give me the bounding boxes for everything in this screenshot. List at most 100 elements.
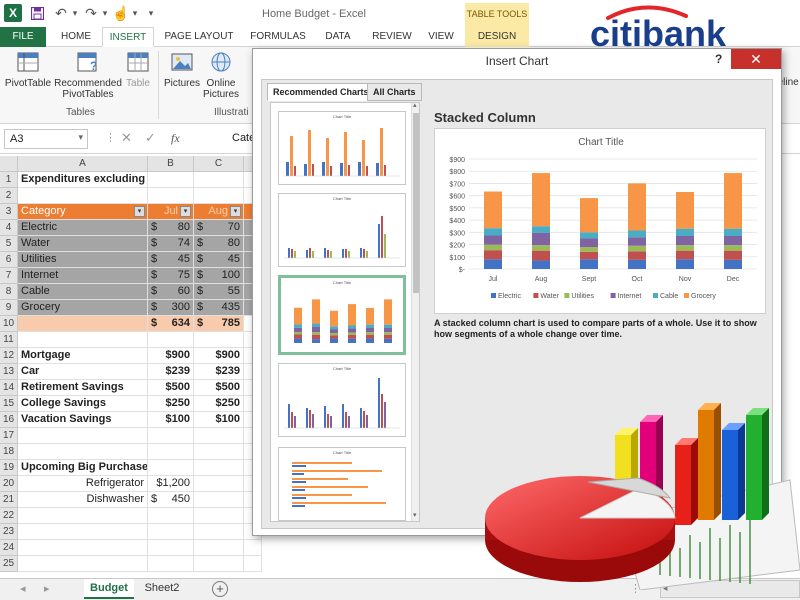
thumbnail-scrollbar[interactable]: ▴ ▾ [411, 103, 419, 521]
cell-a-9[interactable]: Grocery [18, 300, 148, 316]
cell-a-8[interactable]: Cable [18, 284, 148, 300]
cell-b-23[interactable] [148, 524, 194, 540]
cell-a-18[interactable] [18, 444, 148, 460]
cell-b-6[interactable]: $45 [148, 252, 194, 268]
cell-a-4[interactable]: Electric [18, 220, 148, 236]
save-icon[interactable] [28, 4, 46, 22]
cell-c-14[interactable]: $500 [194, 380, 244, 396]
cell-a-10[interactable] [18, 316, 148, 332]
cell-b-9[interactable]: $300 [148, 300, 194, 316]
cell-b-13[interactable]: $239 [148, 364, 194, 380]
row-header[interactable]: 4 [0, 220, 18, 236]
row-header[interactable]: 16 [0, 412, 18, 428]
cell-c-1[interactable] [194, 172, 244, 188]
pictures-button[interactable]: Pictures [162, 51, 202, 89]
recommended-pivottables-button[interactable]: ? Recommended PivotTables [54, 51, 122, 100]
cell-b-20[interactable]: $1,200 [148, 476, 194, 492]
cell-b-5[interactable]: $74 [148, 236, 194, 252]
cell-a-3[interactable]: Category ▾ [18, 204, 148, 220]
row-header[interactable]: 20 [0, 476, 18, 492]
chart-thumbnail-clustered-column-2[interactable]: Chart Title [278, 193, 406, 267]
cell-c-10[interactable]: $785 [194, 316, 244, 332]
sheet-tab-budget[interactable]: Budget [84, 579, 134, 599]
filter-dropdown-icon[interactable]: ▾ [180, 206, 191, 217]
cell-a-12[interactable]: Mortgage [18, 348, 148, 364]
column-header-b[interactable]: B [148, 156, 194, 172]
cell-a-13[interactable]: Car [18, 364, 148, 380]
cell-b-22[interactable] [148, 508, 194, 524]
cell-b-25[interactable] [148, 556, 194, 572]
row-header[interactable]: 11 [0, 332, 18, 348]
chart-thumbnail-100-stacked-column[interactable]: Chart Title [278, 363, 406, 437]
table-button[interactable]: Table [124, 51, 152, 89]
scroll-up-icon[interactable]: ▴ [413, 103, 417, 109]
cell-c-7[interactable]: $100 [194, 268, 244, 284]
row-header[interactable]: 2 [0, 188, 18, 204]
select-all-corner[interactable] [0, 156, 18, 172]
cell-a-14[interactable]: Retirement Savings [18, 380, 148, 396]
cell-c-3[interactable]: Aug ▾ [194, 204, 244, 220]
cell-c-9[interactable]: $435 [194, 300, 244, 316]
tab-recommended-charts[interactable]: Recommended Charts [267, 83, 375, 101]
customize-toolbar-icon[interactable]: ▾ [142, 4, 160, 22]
cell-b-19[interactable] [148, 460, 194, 476]
tab-view[interactable]: VIEW [422, 27, 460, 47]
cell-c-15[interactable]: $250 [194, 396, 244, 412]
row-header[interactable]: 13 [0, 364, 18, 380]
cell-a-19[interactable]: Upcoming Big Purchases [18, 460, 148, 476]
pivottable-button[interactable]: PivotTable [4, 51, 52, 89]
cell-c-6[interactable]: $45 [194, 252, 244, 268]
cell-a-20[interactable]: Refrigerator [18, 476, 148, 492]
cell-b-4[interactable]: $80 [148, 220, 194, 236]
row-header[interactable]: 8 [0, 284, 18, 300]
tab-file[interactable]: FILE [0, 27, 46, 47]
cell-d-25[interactable] [244, 556, 262, 572]
enter-icon[interactable]: ✓ [145, 130, 156, 146]
name-box[interactable]: A3 ▾ [4, 129, 88, 149]
thumbnail-scrollbar-thumb[interactable] [413, 113, 419, 293]
scroll-left-icon[interactable]: ◂ [20, 582, 26, 595]
online-pictures-button[interactable]: Online Pictures [202, 51, 240, 100]
filter-dropdown-icon[interactable]: ▾ [230, 206, 241, 217]
row-header[interactable]: 15 [0, 396, 18, 412]
row-header[interactable]: 23 [0, 524, 18, 540]
cell-d-24[interactable] [244, 540, 262, 556]
row-header[interactable]: 10 [0, 316, 18, 332]
cell-a-22[interactable] [18, 508, 148, 524]
close-button[interactable]: ✕ [731, 49, 781, 69]
cell-c-23[interactable] [194, 524, 244, 540]
cell-a-21[interactable]: Dishwasher [18, 492, 148, 508]
tab-design[interactable]: DESIGN [465, 27, 529, 47]
row-header[interactable]: 18 [0, 444, 18, 460]
cell-c-12[interactable]: $900 [194, 348, 244, 364]
chart-thumbnail-clustered-bar[interactable]: Chart Title [278, 447, 406, 521]
row-header[interactable]: 5 [0, 236, 18, 252]
tab-formulas[interactable]: FORMULAS [246, 27, 310, 47]
cell-a-1[interactable]: Expenditures excluding mortgage [18, 172, 148, 188]
cell-c-16[interactable]: $100 [194, 412, 244, 428]
cell-b-8[interactable]: $60 [148, 284, 194, 300]
cell-c-13[interactable]: $239 [194, 364, 244, 380]
cell-c-22[interactable] [194, 508, 244, 524]
cell-a-15[interactable]: College Savings [18, 396, 148, 412]
tab-all-charts[interactable]: All Charts [367, 83, 422, 101]
chart-thumbnail-clustered-column[interactable]: Chart Title [278, 111, 406, 185]
row-header[interactable]: 24 [0, 540, 18, 556]
cell-c-20[interactable] [194, 476, 244, 492]
cell-a-23[interactable] [18, 524, 148, 540]
cell-b-12[interactable]: $900 [148, 348, 194, 364]
tab-insert[interactable]: INSERT [102, 27, 154, 47]
row-header[interactable]: 14 [0, 380, 18, 396]
row-header[interactable]: 9 [0, 300, 18, 316]
cell-a-25[interactable] [18, 556, 148, 572]
add-sheet-icon[interactable]: + [212, 581, 228, 597]
row-header[interactable]: 7 [0, 268, 18, 284]
filter-dropdown-icon[interactable]: ▾ [134, 206, 145, 217]
column-header-c[interactable]: C [194, 156, 244, 172]
cell-c-17[interactable] [194, 428, 244, 444]
cell-b-10[interactable]: $634 [148, 316, 194, 332]
row-header[interactable]: 25 [0, 556, 18, 572]
name-box-dropdown-icon[interactable]: ▾ [78, 132, 83, 143]
cell-a-7[interactable]: Internet [18, 268, 148, 284]
insert-function-icon[interactable]: fx [171, 131, 180, 146]
